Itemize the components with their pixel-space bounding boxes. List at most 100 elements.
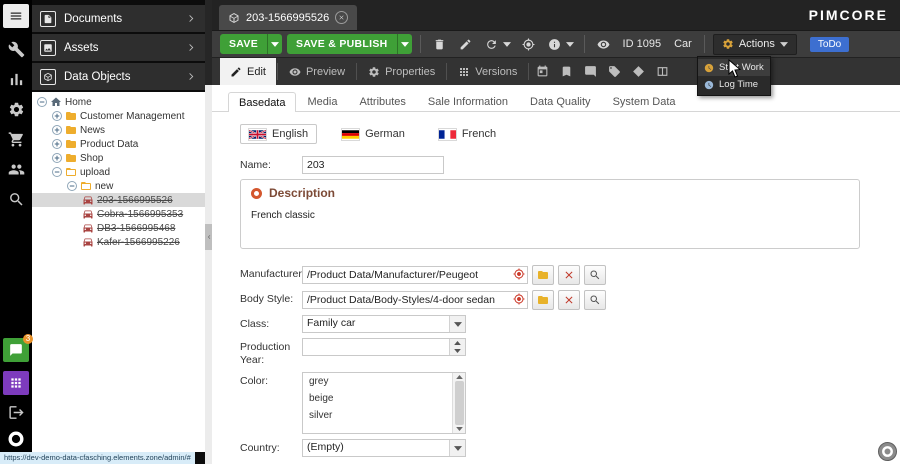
delete-button[interactable] [429, 34, 450, 54]
body-style-search-button[interactable] [584, 290, 606, 310]
menu-item-log-time[interactable]: Log Time [698, 76, 770, 93]
info-dropdown-button[interactable] [566, 42, 576, 47]
sidebar: Documents Assets Data Objects Home Custo… [32, 0, 205, 464]
body-style-browse-button[interactable] [532, 290, 554, 310]
tab-properties-label: Properties [385, 66, 435, 78]
lang-tab-german[interactable]: German [333, 124, 414, 144]
save-publish-button[interactable]: SAVE & PUBLISH [287, 34, 412, 54]
tree-node-label: 203-1566995526 [97, 195, 173, 206]
save-button[interactable]: SAVE [220, 34, 282, 54]
tab-versions[interactable]: Versions [448, 58, 527, 85]
description-header[interactable]: Description [241, 180, 859, 204]
panel-assets[interactable]: Assets [32, 34, 205, 61]
color-option-grey[interactable]: grey [303, 373, 465, 390]
panel-data-objects[interactable]: Data Objects [32, 63, 205, 90]
tab-data-quality[interactable]: Data Quality [519, 91, 602, 111]
tree-node-203[interactable]: 203-1566995526 [32, 193, 205, 207]
lang-tab-english[interactable]: English [240, 124, 317, 144]
country-select-value: (Empty) [303, 440, 449, 456]
tab-sale-information[interactable]: Sale Information [417, 91, 519, 111]
tree-node-news[interactable]: News [32, 123, 205, 137]
description-editor[interactable]: French classic [241, 204, 859, 248]
caret-down-icon[interactable] [449, 440, 465, 456]
spinner-up-button[interactable] [450, 339, 465, 347]
panel-documents[interactable]: Documents [32, 5, 205, 32]
layout-button[interactable] [650, 58, 674, 85]
tab-preview[interactable]: Preview [279, 58, 355, 85]
tree-node-db3[interactable]: DB3-1566995468 [32, 221, 205, 235]
dependencies-button[interactable] [626, 58, 650, 85]
body-style-input[interactable] [302, 291, 528, 309]
actions-button[interactable]: Actions [713, 34, 797, 55]
collapse-toggle-icon[interactable] [37, 97, 47, 107]
tab-edit[interactable]: Edit [220, 58, 276, 85]
save-publish-dropdown-button[interactable] [397, 34, 412, 54]
info-button[interactable] [544, 34, 565, 54]
collapse-toggle-icon[interactable] [67, 181, 77, 191]
expand-toggle-icon[interactable] [52, 111, 62, 121]
color-multiselect[interactable]: grey beige silver [302, 372, 466, 434]
body-style-clear-button[interactable] [558, 290, 580, 310]
users-button[interactable] [8, 161, 25, 178]
rename-button[interactable] [455, 34, 476, 54]
tree-node-shop[interactable]: Shop [32, 151, 205, 165]
open-relation-target-icon[interactable] [513, 293, 525, 305]
color-option-silver[interactable]: silver [303, 407, 465, 424]
reload-dropdown-button[interactable] [503, 42, 513, 47]
reports-button[interactable] [8, 71, 25, 88]
tab-media[interactable]: Media [296, 91, 348, 111]
tab-properties[interactable]: Properties [358, 58, 445, 85]
scrollbar-thumb[interactable] [455, 381, 464, 425]
reload-button[interactable] [481, 34, 502, 54]
notes-button[interactable] [578, 58, 602, 85]
spinner-down-button[interactable] [450, 347, 465, 355]
schedule-button[interactable] [530, 58, 554, 85]
apps-button[interactable] [3, 371, 29, 395]
production-year-input[interactable] [303, 339, 449, 355]
chat-button[interactable]: 3 [3, 338, 29, 362]
close-tab-button[interactable] [335, 11, 348, 24]
tools-button[interactable] [8, 41, 25, 58]
tree-node-customer-management[interactable]: Customer Management [32, 109, 205, 123]
tags-button[interactable] [602, 58, 626, 85]
tab-attributes[interactable]: Attributes [348, 91, 416, 111]
expand-toggle-icon[interactable] [52, 125, 62, 135]
main-menu-button[interactable] [3, 4, 29, 28]
open-relation-target-icon[interactable] [513, 268, 525, 280]
bookmark-button[interactable] [554, 58, 578, 85]
ecommerce-button[interactable] [8, 131, 25, 148]
save-dropdown-button[interactable] [267, 34, 282, 54]
tree-node-new[interactable]: new [32, 179, 205, 193]
locate-in-tree-button[interactable] [518, 34, 539, 54]
class-select[interactable]: Family car [302, 315, 466, 333]
expand-toggle-icon[interactable] [52, 153, 62, 163]
menu-icon [9, 9, 23, 23]
manufacturer-search-button[interactable] [584, 265, 606, 285]
search-button[interactable] [8, 191, 25, 208]
settings-button[interactable] [8, 101, 25, 118]
open-object-tab[interactable]: 203-1566995526 [219, 5, 357, 30]
tree-node-cobra[interactable]: Cobra-1566995353 [32, 207, 205, 221]
tree-node-home[interactable]: Home [32, 95, 205, 109]
open-preview-button[interactable] [593, 34, 614, 54]
country-select[interactable]: (Empty) [302, 439, 466, 457]
manufacturer-clear-button[interactable] [558, 265, 580, 285]
lang-tab-french[interactable]: French [430, 124, 505, 144]
sidebar-collapse-handle[interactable] [205, 224, 212, 250]
listbox-scrollbar[interactable] [452, 373, 465, 433]
manufacturer-input[interactable] [302, 266, 528, 284]
tree-node-product-data[interactable]: Product Data [32, 137, 205, 151]
manufacturer-browse-button[interactable] [532, 265, 554, 285]
tree-node-upload[interactable]: upload [32, 165, 205, 179]
collapse-toggle-icon[interactable] [52, 167, 62, 177]
caret-down-icon[interactable] [449, 316, 465, 332]
expand-toggle-icon[interactable] [52, 139, 62, 149]
tree-node-kafer[interactable]: Kafer-1566995226 [32, 235, 205, 249]
logout-button[interactable] [8, 404, 25, 421]
name-input[interactable] [302, 156, 444, 174]
tab-basedata[interactable]: Basedata [228, 92, 296, 112]
tab-system-data[interactable]: System Data [602, 91, 687, 111]
help-button[interactable] [878, 442, 897, 461]
color-option-beige[interactable]: beige [303, 390, 465, 407]
sidebar-splitter[interactable] [205, 0, 212, 464]
